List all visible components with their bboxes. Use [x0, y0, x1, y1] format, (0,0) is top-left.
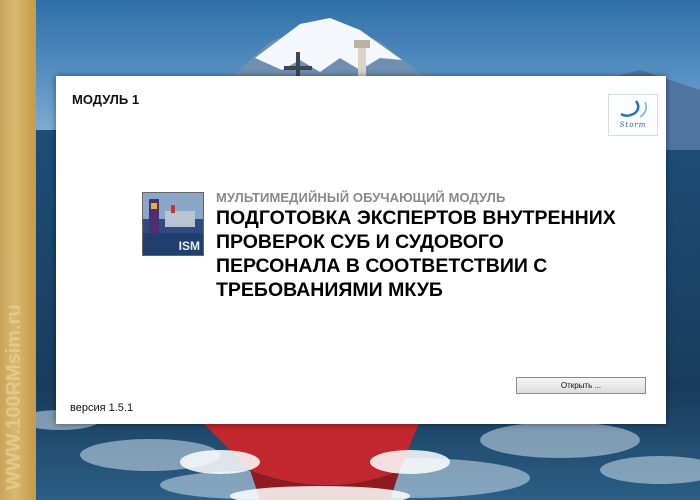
- storm-logo-icon: [620, 100, 647, 118]
- open-button[interactable]: Открыть ...: [516, 377, 646, 394]
- thumbnail-caption: ISM: [178, 239, 200, 253]
- version-label: версия 1.5.1: [70, 402, 134, 414]
- watermark: WWW.100RMsim.ru: [3, 304, 25, 490]
- course-title-line: ПЕРСОНАЛА В СООТВЕТСТВИИ С: [216, 255, 548, 277]
- course-title-line: ПОДГОТОВКА ЭКСПЕРТОВ ВНУТРЕННИХ: [216, 207, 616, 229]
- course-title-line: ПРОВЕРОК СУБ И СУДОВОГО: [216, 231, 504, 253]
- course-title: ПОДГОТОВКА ЭКСПЕРТОВ ВНУТРЕННИХ ПРОВЕРОК…: [216, 206, 656, 302]
- course-thumbnail: ISM: [142, 192, 204, 256]
- module-label: МОДУЛЬ 1: [72, 92, 140, 107]
- storm-logo: Storm: [608, 94, 658, 136]
- course-subtitle: МУЛЬТИМЕДИЙНЫЙ ОБУЧАЮЩИЙ МОДУЛЬ: [216, 190, 506, 205]
- svg-text:WWW.100RMsim.ru: WWW.100RMsim.ru: [3, 304, 25, 490]
- logo-text: Storm: [619, 121, 647, 129]
- course-title-line: ТРЕБОВАНИЯМИ МКУБ: [216, 279, 443, 301]
- launcher-dialog: МОДУЛЬ 1 Storm ISM МУЛЬТИМЕДИЙНЫЙ ОБУЧАЮ…: [56, 76, 666, 424]
- side-strip: WWW.100RMsim.ru: [0, 0, 36, 500]
